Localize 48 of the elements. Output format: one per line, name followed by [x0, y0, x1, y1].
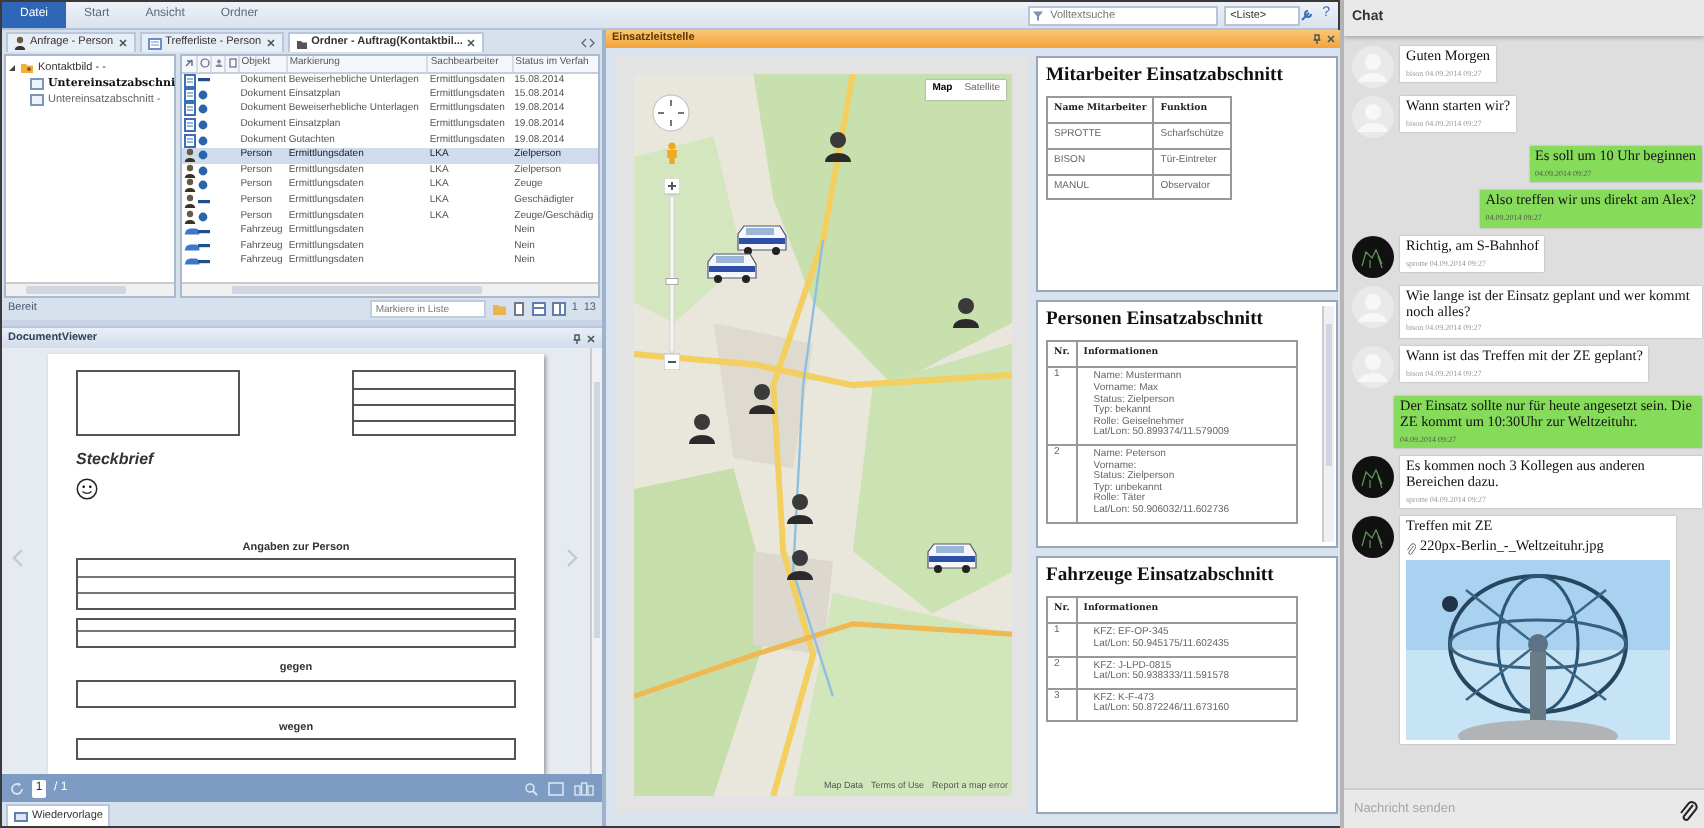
tab-scroll-icon[interactable]	[580, 38, 596, 48]
police-van-icon[interactable]	[706, 252, 759, 285]
folder-person-icon	[20, 62, 34, 74]
smiley-icon	[76, 478, 98, 500]
person-icon[interactable]	[213, 58, 224, 69]
layout-icon[interactable]	[531, 302, 546, 316]
document-heading: Steckbrief	[76, 448, 157, 472]
person-marker-icon[interactable]	[951, 296, 982, 329]
scrollbar[interactable]	[590, 348, 602, 774]
person-marker-icon[interactable]	[747, 382, 778, 415]
close-icon[interactable]	[1326, 34, 1336, 44]
police-van-icon[interactable]	[736, 224, 789, 257]
monitor-icon	[14, 811, 28, 821]
panel-heading: Personen Einsatzabschnitt	[1046, 308, 1265, 331]
zoom-icon[interactable]	[524, 781, 538, 795]
panel-heading: Mitarbeiter Einsatzabschnitt	[1046, 64, 1285, 87]
thumbnails-icon[interactable]	[574, 781, 594, 795]
person-icon	[14, 36, 26, 50]
refresh-icon[interactable]	[10, 781, 24, 795]
pin-icon[interactable]	[1312, 34, 1322, 44]
pan-control[interactable]	[652, 94, 690, 132]
funnel-icon[interactable]	[1032, 9, 1045, 21]
close-icon[interactable]	[117, 38, 128, 48]
pin-icon[interactable]	[572, 333, 582, 343]
globe-icon[interactable]	[199, 58, 210, 69]
person-marker-icon[interactable]	[785, 548, 816, 581]
link-icon[interactable]	[184, 58, 194, 69]
slider-thumb[interactable]	[665, 278, 679, 285]
paperclip-icon[interactable]	[1406, 541, 1416, 556]
page-icon[interactable]	[511, 302, 526, 316]
person-marker-icon[interactable]	[785, 491, 816, 524]
panel-icon[interactable]	[551, 302, 566, 316]
scrollbar[interactable]	[1322, 306, 1334, 542]
scrollbar[interactable]	[182, 282, 598, 296]
page-icon[interactable]	[227, 58, 238, 69]
paperclip-icon[interactable]	[1678, 797, 1698, 821]
close-icon[interactable]	[586, 333, 596, 343]
tool-icon[interactable]	[1300, 8, 1315, 22]
scrollbar[interactable]	[6, 282, 174, 296]
person-marker-icon[interactable]	[823, 130, 854, 163]
panel-heading: Fahrzeuge Einsatzabschnitt	[1046, 564, 1276, 587]
close-icon[interactable]	[466, 38, 477, 48]
zoom-slider[interactable]	[664, 178, 680, 370]
police-van-icon[interactable]	[925, 541, 978, 574]
person-marker-icon[interactable]	[687, 411, 718, 444]
collapse-arrow-icon[interactable]	[8, 64, 16, 72]
list-icon	[147, 37, 162, 49]
close-icon[interactable]	[265, 38, 276, 48]
